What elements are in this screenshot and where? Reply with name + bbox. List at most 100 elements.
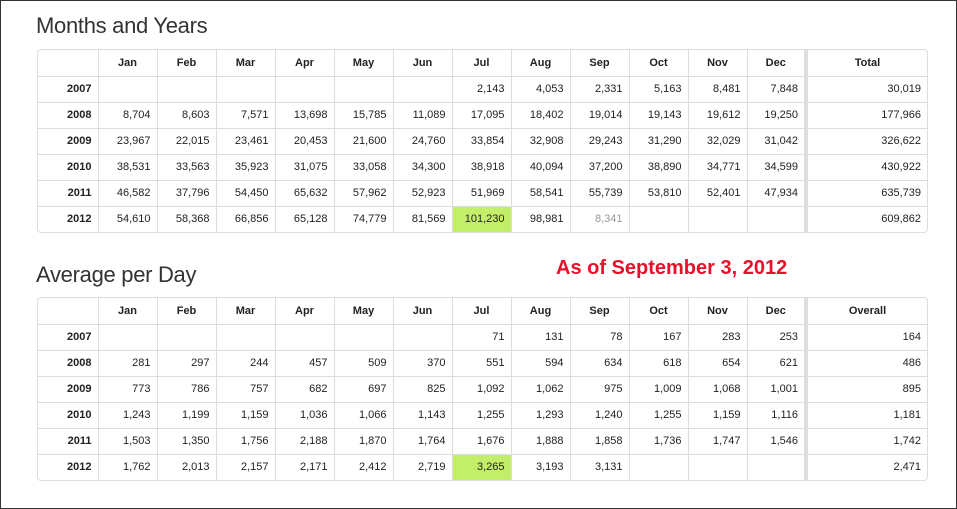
year-cell: 2012 [38,205,98,232]
value-cell [156,323,216,350]
value-cell: 37,200 [569,153,629,180]
value-cell: 58,541 [510,179,570,206]
column-header: Mar [215,50,275,76]
value-cell: 594 [510,349,570,376]
value-cell: 81,569 [392,205,452,232]
value-cell: 634 [569,349,629,376]
year-cell: 2010 [38,401,98,428]
value-cell: 47,934 [746,179,806,206]
value-cell: 1,009 [628,375,688,402]
value-cell [628,453,688,480]
column-header: Jun [392,298,452,324]
value-cell: 773 [97,375,157,402]
value-cell: 1,764 [392,427,452,454]
average-per-day-title: Average per Day [36,262,197,287]
header-corner [38,50,98,76]
value-cell: 1,092 [451,375,511,402]
value-cell: 551 [451,349,511,376]
value-cell: 23,461 [215,127,275,154]
value-cell: 54,610 [97,205,157,232]
value-cell: 31,290 [628,127,688,154]
column-header: Jul [451,298,511,324]
value-cell: 1,066 [333,401,393,428]
value-cell: 15,785 [333,101,393,128]
table-row: 2011 1,503 1,350 1,756 2,188 1,870 1,764 1,676 1… [38,427,927,454]
table-row: 2012 1,762 2,013 2,157 2,171 2,412 2,719 3,265 3… [38,453,927,480]
value-cell: 1,762 [97,453,157,480]
value-cell: 1,001 [746,375,806,402]
column-header: Aug [510,298,570,324]
total-cell: 326,622 [804,127,927,154]
value-cell: 13,698 [274,101,334,128]
as-of-date-note: As of September 3, 2012 [556,257,788,279]
column-header: Jan [97,50,157,76]
value-cell: 74,779 [333,205,393,232]
header-row: Jan Feb Mar Apr May Jun Jul Aug Sep Oct Nov Dec Over… [38,298,927,324]
value-cell: 7,848 [746,75,806,102]
months-years-title: Months and Years [36,13,208,38]
value-cell: 1,747 [687,427,747,454]
column-header: Jun [392,50,452,76]
value-cell: 1,858 [569,427,629,454]
value-cell: 283 [687,323,747,350]
value-cell: 8,341 [569,205,629,232]
year-cell: 2012 [38,453,98,480]
column-header: Total [804,50,927,76]
total-cell: 486 [804,349,927,376]
value-cell: 34,300 [392,153,452,180]
year-cell: 2009 [38,375,98,402]
table-row: 2010 1,243 1,199 1,159 1,036 1,066 1,143 1,255 1… [38,401,927,428]
column-header: Nov [687,298,747,324]
value-cell: 34,599 [746,153,806,180]
value-cell: 53,810 [628,179,688,206]
value-cell: 65,128 [274,205,334,232]
value-cell: 3,131 [569,453,629,480]
value-cell: 1,199 [156,401,216,428]
column-header: Dec [746,50,806,76]
value-cell: 19,250 [746,101,806,128]
column-header: Dec [746,298,806,324]
value-cell: 253 [746,323,806,350]
value-cell: 3,265 [451,453,511,480]
column-header: Sep [569,298,629,324]
months-years-table-container: Jan Feb Mar Apr May Jun Jul Aug Sep Oct Nov Dec Tota… [37,49,928,233]
value-cell: 33,563 [156,153,216,180]
value-cell: 2,331 [569,75,629,102]
total-cell: 609,862 [804,205,927,232]
value-cell: 281 [97,349,157,376]
value-cell [392,323,452,350]
value-cell: 8,704 [97,101,157,128]
value-cell: 1,159 [215,401,275,428]
value-cell: 52,401 [687,179,747,206]
value-cell: 98,981 [510,205,570,232]
header-row: Jan Feb Mar Apr May Jun Jul Aug Sep Oct Nov Dec Tota… [38,50,927,76]
total-cell: 1,742 [804,427,927,454]
value-cell: 2,171 [274,453,334,480]
value-cell: 5,163 [628,75,688,102]
value-cell [274,75,334,102]
column-header: Feb [156,298,216,324]
value-cell: 57,962 [333,179,393,206]
column-header: Jul [451,50,511,76]
value-cell: 22,015 [156,127,216,154]
value-cell: 52,923 [392,179,452,206]
value-cell: 457 [274,349,334,376]
value-cell: 618 [628,349,688,376]
value-cell: 17,095 [451,101,511,128]
table-header: Jan Feb Mar Apr May Jun Jul Aug Sep Oct Nov Dec Tota… [38,50,927,76]
year-cell: 2009 [38,127,98,154]
value-cell: 54,450 [215,179,275,206]
value-cell: 23,967 [97,127,157,154]
value-cell [746,453,806,480]
value-cell: 19,143 [628,101,688,128]
total-cell: 30,019 [804,75,927,102]
year-cell: 2010 [38,153,98,180]
value-cell: 1,293 [510,401,570,428]
table-row: 2009 773 786 757 682 697 825 1,092 1,062 975 1,009… [38,375,927,402]
average-per-day-table-container: Jan Feb Mar Apr May Jun Jul Aug Sep Oct Nov Dec Over… [37,297,928,481]
value-cell: 38,531 [97,153,157,180]
value-cell: 66,856 [215,205,275,232]
value-cell: 1,255 [451,401,511,428]
value-cell: 1,036 [274,401,334,428]
value-cell: 1,546 [746,427,806,454]
